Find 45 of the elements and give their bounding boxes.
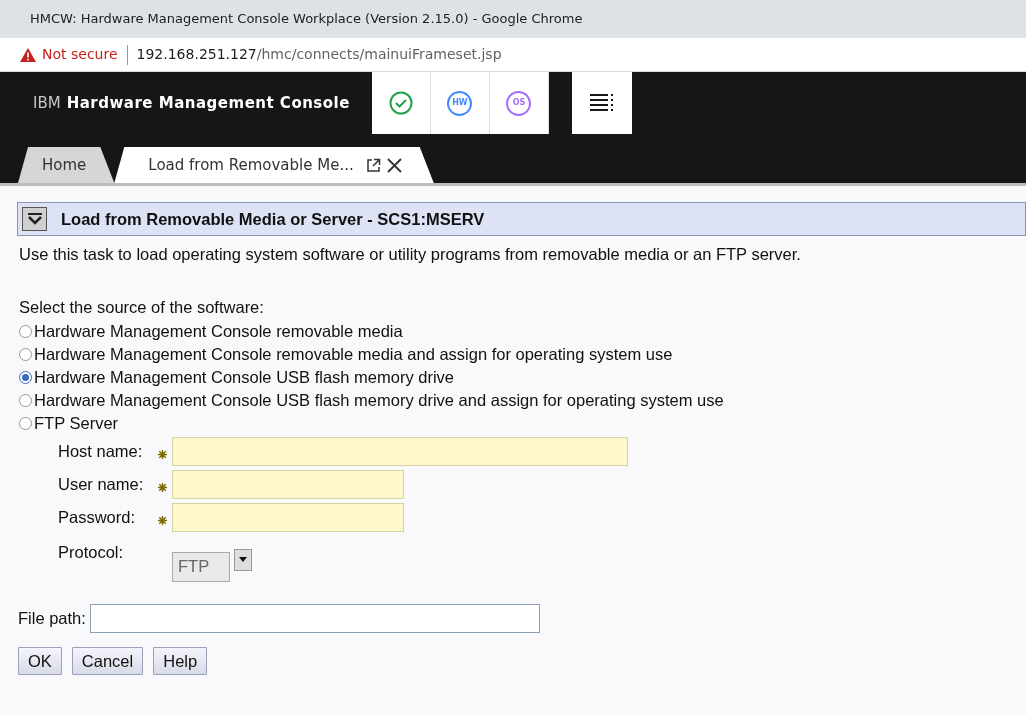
task-description: Use this task to load operating system software or utility programs from removable media or an FTP server. xyxy=(19,244,802,265)
tab[interactable]: Home xyxy=(18,147,115,183)
status-badge: HW xyxy=(447,90,473,116)
menu-button[interactable] xyxy=(571,72,632,134)
collapse-icon xyxy=(27,213,42,225)
radio-label: FTP Server xyxy=(34,412,119,434)
radio-button[interactable] xyxy=(19,416,32,430)
dialog-button[interactable]: Help xyxy=(153,646,208,676)
radio-label: Hardware Management Console removable media xyxy=(34,320,403,342)
dialog-button[interactable]: OK xyxy=(18,646,62,676)
warning-icon xyxy=(20,47,36,62)
close-icon[interactable] xyxy=(386,157,402,173)
app-name: Hardware Management Console xyxy=(66,93,350,115)
window-title: HMCW: Hardware Management Console Workplace (Version 2.15.0) - Google Chrome xyxy=(30,10,583,29)
dialog-button[interactable]: Cancel xyxy=(71,646,144,676)
radio-button[interactable] xyxy=(19,370,32,384)
radio-label: Hardware Management Console removable media and assign for operating system use xyxy=(34,343,673,365)
source-prompt: Select the source of the software: xyxy=(19,296,265,318)
popout-icon[interactable] xyxy=(365,157,381,173)
radio-label: Hardware Management Console USB flash memory drive and assign for operating system use xyxy=(34,389,724,411)
field-label: User name: xyxy=(58,473,145,495)
task-title: Load from Removable Media or Server - SCS1:MSERV xyxy=(61,208,485,230)
file-path-field[interactable] xyxy=(89,603,540,633)
menu-icon xyxy=(589,93,614,113)
dropdown-button[interactable] xyxy=(234,548,252,571)
radio-button[interactable] xyxy=(19,393,32,407)
protocol-dropdown[interactable]: FTP xyxy=(172,551,230,582)
text-field[interactable] xyxy=(172,469,404,499)
status-button[interactable] xyxy=(371,72,431,134)
status-badge: OS xyxy=(506,90,532,116)
field-label: Password: xyxy=(58,506,137,528)
radio-button[interactable] xyxy=(19,347,32,361)
caret-icon xyxy=(239,557,247,562)
field-label: Protocol: xyxy=(58,541,125,563)
text-field[interactable] xyxy=(172,502,404,532)
tab[interactable]: Load from Removable Me... xyxy=(114,147,434,183)
field-label: File path: xyxy=(18,607,86,629)
collapse-button[interactable] xyxy=(22,207,47,231)
radio-button[interactable] xyxy=(19,324,32,338)
security-warning[interactable]: Not secure xyxy=(42,44,118,65)
url-text[interactable]: 192.168.251.127/hmc/connects/mainuiFrameset.jsp xyxy=(136,44,502,65)
radio-label: Hardware Management Console USB flash memory drive xyxy=(34,366,454,388)
field-label: Host name: xyxy=(58,440,144,462)
text-field[interactable] xyxy=(172,436,628,466)
brand-prefix: IBM xyxy=(33,93,61,115)
